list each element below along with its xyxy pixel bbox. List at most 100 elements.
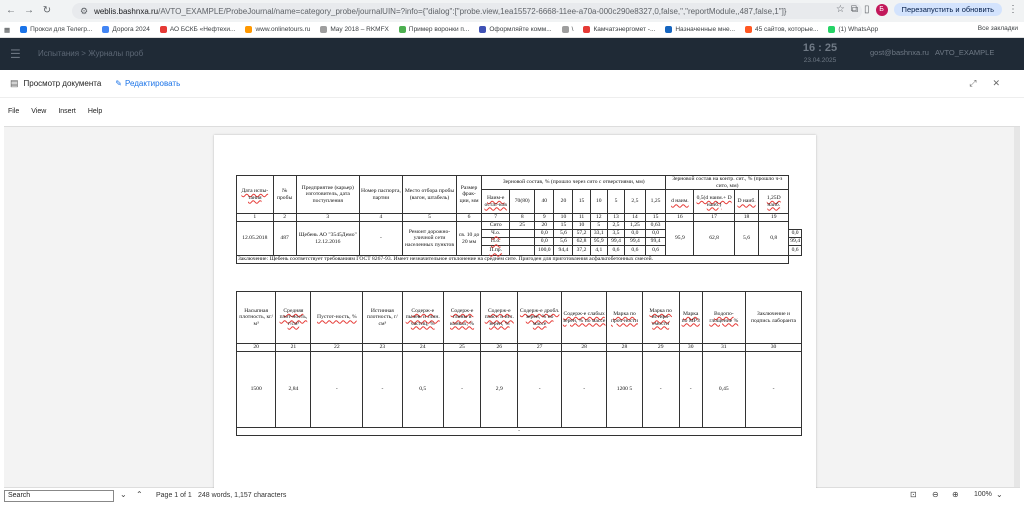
column-number: 26 [480,343,519,352]
th-sieve: 5 [606,189,626,214]
menu-insert[interactable]: Insert [58,108,76,122]
column-header: Марка по истира-емости [641,291,680,344]
back-arrow-icon[interactable]: ← [4,4,18,18]
document-canvas[interactable]: Дата испы-тания № пробы Предприятие (кар… [4,126,1020,489]
cell-value: 0,0 [644,229,667,238]
bookmark-favicon-icon [398,26,406,33]
bookmark-label: (1) WhatsApp [838,26,879,33]
close-icon[interactable]: ✕ [992,78,1000,89]
bookmark-item[interactable]: \ [561,26,573,33]
bookmark-label: May 2018 – RKMFX [330,26,389,33]
fit-page-icon[interactable]: ⊡ [910,490,917,499]
bookmark-label: Оформляйте комм... [489,26,552,33]
conclusion-row: Заключение: Щебень соответствует требова… [235,255,790,264]
cell-value: 37,2 [572,245,591,256]
cell-value: 0,6 [644,245,667,256]
column-number: 10 [553,213,574,222]
edit-icon[interactable]: ✎ [115,79,122,88]
cell-value: 1500 [235,351,277,428]
bookmark-item[interactable]: Дорога 2024 [102,26,150,33]
profile-avatar[interactable]: Б [875,3,888,16]
cell-value: 62,8 [572,237,591,246]
zoom-out-icon[interactable]: ⊖ [932,490,939,499]
th-sieve: 15 [572,189,591,214]
cell-value: - [310,351,364,428]
cell-value: 2,9 [480,351,519,428]
bookmark-label: Пример воронки п... [408,26,470,33]
bookmark-item[interactable]: May 2018 – RKMFX [320,26,389,33]
cell-value: 2,5 [606,221,626,230]
th-ctrl: d наим. [665,189,695,214]
address-bar[interactable]: ⚙ weblis.bashnxa.ru /AVTO_EXAMPLE/ProbeJ… [72,3,862,19]
all-bookmarks-link[interactable]: Все закладки [978,25,1018,32]
chevron-up-icon[interactable]: ⌃ [136,490,143,499]
zoom-level[interactable]: 100% [974,491,992,498]
column-header: Заключение и подпись лаборанта [745,291,802,344]
menu-kebab-icon[interactable]: ⋮ [1008,4,1018,15]
column-header: Содерж-е слабых зерен, % по массе [560,291,608,344]
org-name[interactable]: AVTO_EXAMPLE [935,48,994,57]
menu-file[interactable]: File [8,108,19,122]
hamburger-icon[interactable]: ☰ [10,47,21,61]
column-number: 5 [401,213,458,222]
cell-value: 1,25 [624,221,646,230]
reload-icon[interactable]: ↻ [40,4,54,18]
search-input[interactable]: Search [4,490,114,502]
column-header: Содерж-е глины в комках, % [442,291,482,344]
forward-arrow-icon[interactable]: → [22,4,36,18]
edit-button[interactable]: Редактировать [125,79,180,88]
bookmark-star-icon[interactable]: ☆ [836,4,845,15]
bookmark-item[interactable]: АО БСКБ «Нефтехи... [159,26,235,33]
apps-grid-icon[interactable]: ▦ [4,26,10,34]
bookmark-item[interactable]: 45 сайтов, которые... [745,26,818,33]
sidepanel-icon[interactable]: ▯ [864,4,870,15]
bookmark-item[interactable]: Прокси для Телегр... [20,26,92,33]
site-info-icon[interactable]: ⚙ [80,6,88,17]
cell-value [509,229,536,238]
th-place: Место отбора пробы (вагон, штабель) [401,175,458,214]
url-path: /AVTO_EXAMPLE/ProbeJournal/name=category… [158,6,787,16]
zoom-in-icon[interactable]: ⊕ [952,490,959,499]
cell-value: - [745,351,802,428]
bookmark-item[interactable]: Оформляйте комм... [479,26,552,33]
menu-view[interactable]: View [31,108,46,122]
th-sieve: 1,25 [644,189,667,214]
bookmark-item[interactable]: (1) WhatsApp [828,26,878,33]
browser-toolbar: ← → ↻ ⚙ weblis.bashnxa.ru /AVTO_EXAMPLE/… [0,0,1024,22]
bookmark-item[interactable]: Камчатэнергомет -... [583,26,655,33]
chevron-down-icon[interactable]: ⌄ [120,490,127,499]
menu-help[interactable]: Help [88,108,102,122]
cell-value: 0,6 [606,245,626,256]
column-number: 4 [358,213,403,222]
maximize-icon[interactable]: ⤢ [969,78,976,89]
column-number: 31 [701,343,747,352]
cell-value: 5,6 [553,229,574,238]
extensions-icon[interactable]: ⧉ [851,4,858,15]
column-header: Марка по проч-ности [606,291,643,344]
column-number: 15 [644,213,667,222]
cell-plant: Щебень АО "3545Демо" 12.12.2016 [295,221,360,256]
user-email[interactable]: gost@bashnxa.ru [870,48,929,57]
bookmark-item[interactable]: Назначенные мне... [665,26,735,33]
cell-value: 57,2 [572,229,591,238]
bookmark-item[interactable]: www.onlinetours.ru [245,26,310,33]
bookmark-item[interactable]: Пример воронки п... [398,26,470,33]
cell-value: 94,4 [553,245,574,256]
editor-menubar: File View Insert Help [0,108,102,122]
clock-time: 16 : 25 [802,42,838,54]
cell-value: 0,5 [401,351,444,428]
column-number: 29 [641,343,680,352]
bookmark-favicon-icon [20,26,28,33]
column-number: 11 [572,213,591,222]
cell-value: - [678,351,703,428]
cell-value [509,237,536,246]
cell-value: 95,9 [589,237,608,246]
column-header: Средняя плот-ность, г/см³ [275,291,312,344]
column-header: Содерж-е пласт. и игл. зерен, % [480,291,519,344]
th-grain: Зерновой состав, % (прошло через сито с … [481,175,667,190]
chevron-down-icon[interactable]: ⌄ [996,490,1003,499]
relaunch-button[interactable]: Перезапустить и обновить [893,3,1002,16]
column-header: Содерж-е пылев. и глин. частиц, % [401,291,444,344]
cell-row-label: Ч.о. [481,229,511,238]
vertical-scrollbar[interactable] [1014,127,1020,487]
